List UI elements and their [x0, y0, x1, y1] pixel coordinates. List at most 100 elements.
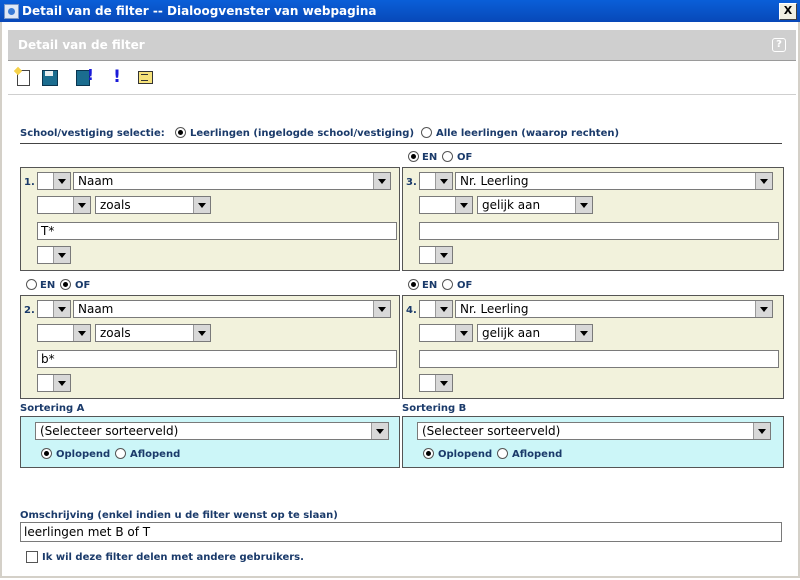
- close-button[interactable]: X: [779, 3, 797, 20]
- filter-2-number: 2.: [24, 305, 35, 316]
- sort-b-desc-radio[interactable]: [497, 448, 508, 459]
- connector-3-en-radio[interactable]: [408, 151, 419, 162]
- connector-3-of-label: OF: [457, 152, 473, 163]
- window-title: Detail van de filter -- Dialoogvenster v…: [22, 4, 377, 18]
- filter-2-close-bracket-select[interactable]: [37, 374, 71, 392]
- chevron-down-icon: [435, 173, 452, 189]
- filter-4-close-bracket-select[interactable]: [419, 374, 453, 392]
- chevron-down-icon: [753, 423, 770, 439]
- chevron-down-icon: [53, 301, 70, 317]
- filter-2-box: 2. Naam zoals b*: [20, 295, 400, 399]
- connector-2-of-radio[interactable]: [60, 279, 71, 290]
- panel-title: Detail van de filter: [18, 38, 145, 52]
- chevron-down-icon: [435, 247, 452, 263]
- new-document-icon[interactable]: [14, 68, 32, 86]
- connector-4-of-radio[interactable]: [442, 279, 453, 290]
- connector-2-of-label: OF: [75, 280, 91, 291]
- filter-2-operator-select[interactable]: zoals: [95, 324, 211, 342]
- chevron-down-icon: [755, 301, 772, 317]
- connector-2-en-radio[interactable]: [26, 279, 37, 290]
- sort-b-asc-radio[interactable]: [423, 448, 434, 459]
- toolbar: !: [8, 62, 796, 95]
- filter-4-not-select[interactable]: [419, 324, 473, 342]
- filter-3-number: 3.: [406, 177, 417, 188]
- sort-a-asc-radio[interactable]: [41, 448, 52, 459]
- filter-4-value-input[interactable]: [419, 350, 779, 368]
- save-icon[interactable]: [40, 68, 58, 86]
- description-label: Omschrijving (enkel indien u de filter w…: [20, 510, 338, 521]
- filter-3-value-input[interactable]: [419, 222, 779, 240]
- filter-2-not-select[interactable]: [37, 324, 91, 342]
- chevron-down-icon: [435, 375, 452, 391]
- connector-4-en-label: EN: [422, 280, 438, 291]
- panel-header: Detail van de filter ?: [8, 30, 796, 61]
- connector-2-en-label: EN: [40, 280, 56, 291]
- filter-1-field-select[interactable]: Naam: [73, 172, 391, 190]
- filter-1-close-bracket-select[interactable]: [37, 246, 71, 264]
- filter-4-field-select[interactable]: Nr. Leerling: [455, 300, 773, 318]
- connector-3-en-label: EN: [422, 152, 438, 163]
- filter-3-field-select[interactable]: Nr. Leerling: [455, 172, 773, 190]
- chevron-down-icon: [455, 197, 472, 213]
- filter-1-value-input[interactable]: T*: [37, 222, 397, 240]
- sort-b-field-select[interactable]: (Selecteer sorteerveld): [417, 422, 771, 440]
- filter-4-operator-select[interactable]: gelijk aan: [477, 324, 593, 342]
- filter-2-value-input[interactable]: b*: [37, 350, 397, 368]
- share-label: Ik wil deze filter delen met andere gebr…: [42, 552, 304, 563]
- help-icon[interactable]: ?: [772, 38, 786, 52]
- filter-1-bracket-select[interactable]: [37, 172, 71, 190]
- sort-a-asc-label: Oplopend: [56, 449, 111, 460]
- connector-4-en-radio[interactable]: [408, 279, 419, 290]
- sort-b-box: (Selecteer sorteerveld) Oplopend Aflopen…: [402, 416, 784, 468]
- school-radio-all[interactable]: [421, 127, 432, 138]
- filter-2-bracket-select[interactable]: [37, 300, 71, 318]
- filter-4-bracket-select[interactable]: [419, 300, 453, 318]
- separator: [20, 143, 782, 144]
- description-input[interactable]: leerlingen met B of T: [20, 522, 782, 542]
- filter-4-number: 4.: [406, 305, 417, 316]
- share-checkbox[interactable]: [26, 551, 38, 563]
- chevron-down-icon: [371, 423, 388, 439]
- sort-b-label: Sortering B: [402, 403, 467, 414]
- chevron-down-icon: [435, 301, 452, 317]
- filter-1-operator-select[interactable]: zoals: [95, 196, 211, 214]
- sort-b-desc-label: Aflopend: [512, 449, 563, 460]
- chevron-down-icon: [575, 325, 592, 341]
- ie-page-icon: [4, 4, 19, 19]
- filter-4-box: 4. Nr. Leerling gelijk aan: [402, 295, 784, 399]
- list-icon[interactable]: [136, 68, 154, 86]
- save-as-icon[interactable]: [76, 66, 94, 86]
- school-option-own-label: Leerlingen (ingelogde school/vestiging): [190, 128, 415, 139]
- chevron-down-icon: [53, 173, 70, 189]
- window-titlebar: Detail van de filter -- Dialoogvenster v…: [0, 0, 800, 22]
- chevron-down-icon: [575, 197, 592, 213]
- run-icon[interactable]: !: [108, 68, 126, 86]
- school-selection-label: School/vestiging selectie:: [20, 128, 165, 139]
- chevron-down-icon: [193, 325, 210, 341]
- chevron-down-icon: [53, 375, 70, 391]
- school-option-all-label: Alle leerlingen (waarop rechten): [436, 128, 620, 139]
- chevron-down-icon: [455, 325, 472, 341]
- sort-b-asc-label: Oplopend: [438, 449, 493, 460]
- filter-1-not-select[interactable]: [37, 196, 91, 214]
- filter-1-number: 1.: [24, 177, 35, 188]
- filter-3-close-bracket-select[interactable]: [419, 246, 453, 264]
- connector-4-of-label: OF: [457, 280, 473, 291]
- school-radio-own[interactable]: [175, 127, 186, 138]
- chevron-down-icon: [53, 247, 70, 263]
- chevron-down-icon: [373, 173, 390, 189]
- filter-3-bracket-select[interactable]: [419, 172, 453, 190]
- filter-2-field-select[interactable]: Naam: [73, 300, 391, 318]
- chevron-down-icon: [73, 325, 90, 341]
- filter-3-not-select[interactable]: [419, 196, 473, 214]
- chevron-down-icon: [373, 301, 390, 317]
- connector-3-of-radio[interactable]: [442, 151, 453, 162]
- chevron-down-icon: [193, 197, 210, 213]
- filter-3-operator-select[interactable]: gelijk aan: [477, 196, 593, 214]
- chevron-down-icon: [73, 197, 90, 213]
- sort-a-box: (Selecteer sorteerveld) Oplopend Aflopen…: [20, 416, 400, 468]
- sort-a-desc-label: Aflopend: [130, 449, 181, 460]
- chevron-down-icon: [755, 173, 772, 189]
- sort-a-desc-radio[interactable]: [115, 448, 126, 459]
- sort-a-field-select[interactable]: (Selecteer sorteerveld): [35, 422, 389, 440]
